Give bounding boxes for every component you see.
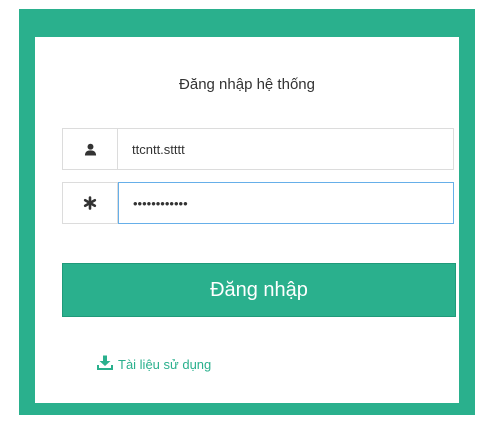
login-frame: Đăng nhập hệ thống ttcntt.stttt ••••••••… [19,9,475,415]
user-guide-label: Tài liệu sử dụng [118,356,212,372]
login-button[interactable]: Đăng nhập [62,263,456,317]
login-title: Đăng nhập hệ thống [179,76,315,93]
username-group [62,128,454,170]
password-group [62,182,454,224]
login-card: Đăng nhập hệ thống ttcntt.stttt ••••••••… [35,37,459,403]
user-guide-link[interactable]: Tài liệu sử dụng [97,355,211,373]
download-icon [97,355,118,373]
username-input[interactable] [118,128,454,170]
password-input[interactable] [118,182,454,224]
asterisk-icon [62,182,118,224]
user-icon [62,128,118,170]
